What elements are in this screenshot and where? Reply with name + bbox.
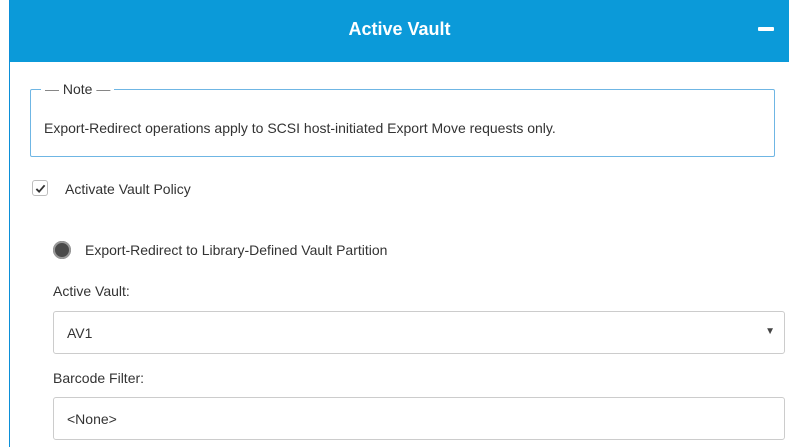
active-vault-panel: Active Vault — Note — Export-Redirect op… [9, 0, 789, 447]
note-box: — Note — Export-Redirect operations appl… [30, 81, 775, 157]
export-redirect-radio[interactable] [53, 241, 71, 259]
active-vault-select[interactable]: AV1 ▼ [53, 311, 785, 354]
note-legend-label: Note [62, 81, 93, 97]
activate-vault-policy-row[interactable]: Activate Vault Policy [32, 179, 191, 197]
barcode-filter-value: <None> [67, 410, 117, 427]
panel-header: Active Vault [10, 0, 789, 62]
panel-title: Active Vault [348, 18, 451, 39]
export-redirect-row[interactable]: Export-Redirect to Library-Defined Vault… [53, 241, 387, 259]
activate-vault-policy-label: Activate Vault Policy [65, 181, 191, 197]
export-redirect-label: Export-Redirect to Library-Defined Vault… [85, 242, 388, 258]
activate-vault-policy-checkbox[interactable] [32, 180, 48, 196]
minus-icon [758, 27, 774, 31]
collapse-button[interactable] [757, 20, 775, 38]
note-legend: — Note — [41, 81, 115, 97]
active-vault-label: Active Vault: [53, 283, 130, 299]
active-vault-value: AV1 [67, 324, 93, 341]
barcode-filter-input[interactable]: <None> [53, 397, 785, 440]
barcode-filter-label: Barcode Filter: [53, 370, 145, 386]
caret-down-icon: ▼ [765, 326, 775, 337]
checkmark-icon [35, 184, 45, 193]
note-text: Export-Redirect operations apply to SCSI… [44, 120, 556, 136]
